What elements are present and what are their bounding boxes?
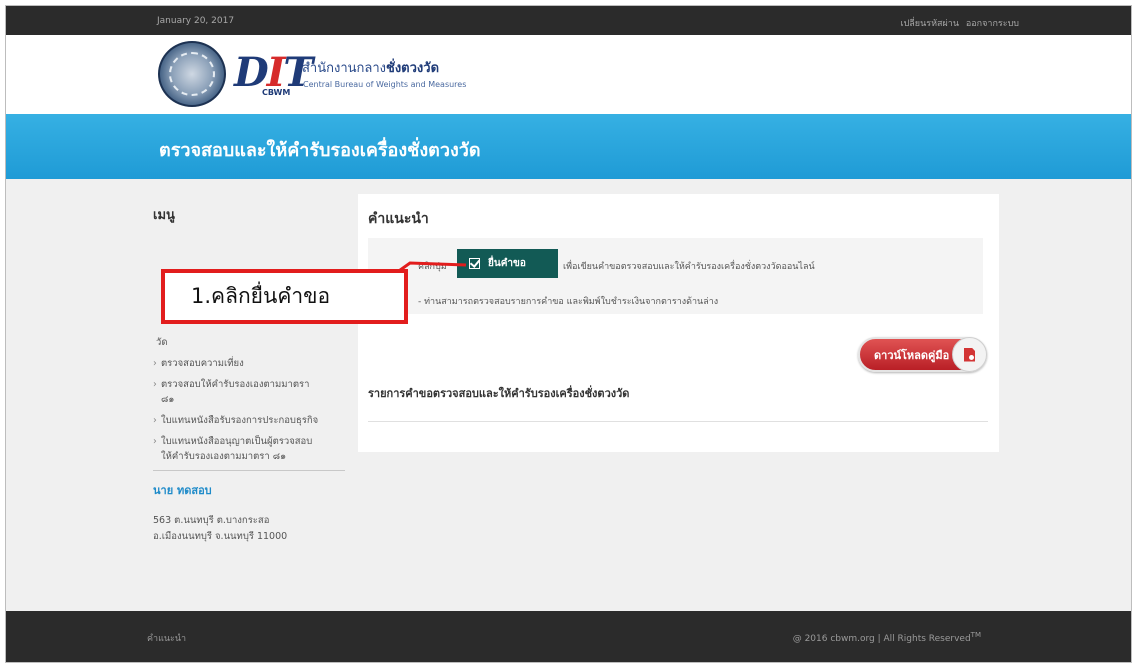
pdf-document-icon	[952, 337, 987, 372]
user-name: นาย ทดสอบ	[153, 484, 212, 497]
sidebar-menu: วัด › ตรวจสอบความเที่ยง › ตรวจสอบให้คำรั…	[153, 335, 353, 464]
instruction-text: เพื่อเขียนคำขอตรวจสอบและให้คำรับรองเครื่…	[563, 262, 815, 272]
chevron-right-icon: ›	[153, 358, 157, 369]
download-manual-button[interactable]: ดาวน์โหลดคู่มือ	[858, 337, 987, 372]
site-footer: คำแนะนำ @ 2016 cbwm.org | All Rights Res…	[6, 611, 1131, 662]
page-banner: ตรวจสอบและให้คำรับรองเครื่องชั่งตวงวัด	[6, 114, 1131, 179]
chevron-right-icon: ›	[153, 436, 157, 447]
sidebar-divider	[153, 470, 345, 471]
logout-link[interactable]: ออกจากระบบ	[966, 19, 1019, 29]
current-date: January 20, 2017	[157, 16, 235, 26]
submit-request-button[interactable]: ยื่นคำขอ	[457, 249, 558, 278]
checkbox-edit-icon	[469, 258, 480, 269]
instructions-box: คลิกปุ่ม ยื่นคำขอ เพื่อเขียนคำขอตรวจสอบแ…	[368, 238, 983, 314]
sidebar-item[interactable]: วัด	[153, 335, 353, 350]
instruction-note: - ท่านสามารถตรวจสอบรายการคำขอ และพิมพ์ใบ…	[418, 297, 719, 307]
page-title: ตรวจสอบและให้คำรับรองเครื่องชั่งตวงวัด	[159, 140, 481, 161]
sidebar: เมนู วัด › ตรวจสอบความเที่ยง › ตรวจสอบให…	[153, 196, 353, 545]
instructions-heading: คำแนะนำ	[368, 211, 429, 227]
chevron-right-icon: ›	[153, 415, 157, 426]
org-name-thai: สำนักงานกลางชั่งตวงวัด	[302, 61, 440, 76]
org-name-english: Central Bureau of Weights and Measures	[303, 80, 467, 89]
top-bar: January 20, 2017 เปลี่ยนรหัสผ่าน ออกจากร…	[6, 6, 1131, 35]
cbwm-logo-text: CBWM	[262, 88, 291, 97]
sidebar-item-precision-check[interactable]: › ตรวจสอบความเที่ยง	[153, 356, 353, 371]
site-header: DIT CBWM สำนักงานกลางชั่งตวงวัด Central …	[6, 35, 1131, 114]
trademark-symbol: TM	[970, 631, 981, 639]
list-divider	[368, 421, 988, 422]
main-content: คำแนะนำ คลิกปุ่ม ยื่นคำขอ เพื่อเขียนคำขอ…	[358, 194, 999, 452]
user-address: 563 ต.นนทบุรี ต.บางกระสอ อ.เมืองนนทบุรี …	[153, 515, 288, 542]
footer-help-link[interactable]: คำแนะนำ	[147, 631, 186, 645]
browser-page: January 20, 2017 เปลี่ยนรหัสผ่าน ออกจากร…	[5, 5, 1132, 663]
account-links: เปลี่ยนรหัสผ่าน ออกจากระบบ	[897, 16, 1020, 30]
change-password-link[interactable]: เปลี่ยนรหัสผ่าน	[901, 19, 959, 29]
request-list-title: รายการคำขอตรวจสอบและให้คำรับรองเครื่องชั…	[368, 387, 630, 400]
chevron-right-icon: ›	[153, 379, 157, 390]
ministry-seal-logo	[158, 41, 226, 107]
sidebar-item-inspector-license-replacement[interactable]: › ใบแทนหนังสืออนุญาตเป็นผู้ตรวจสอบ ให้คำร…	[153, 434, 353, 464]
menu-heading: เมนู	[153, 208, 175, 223]
sidebar-item-business-cert-replacement[interactable]: › ใบแทนหนังสือรับรองการประกอบธุรกิจ	[153, 413, 353, 428]
sidebar-item-self-certify-81[interactable]: › ตรวจสอบให้คำรับรองเองตามมาตรา ๘๑	[153, 377, 353, 407]
tutorial-callout: 1.คลิกยื่นคำขอ	[161, 269, 408, 324]
copyright-text: @ 2016 cbwm.org | All Rights ReservedTM	[792, 631, 981, 644]
